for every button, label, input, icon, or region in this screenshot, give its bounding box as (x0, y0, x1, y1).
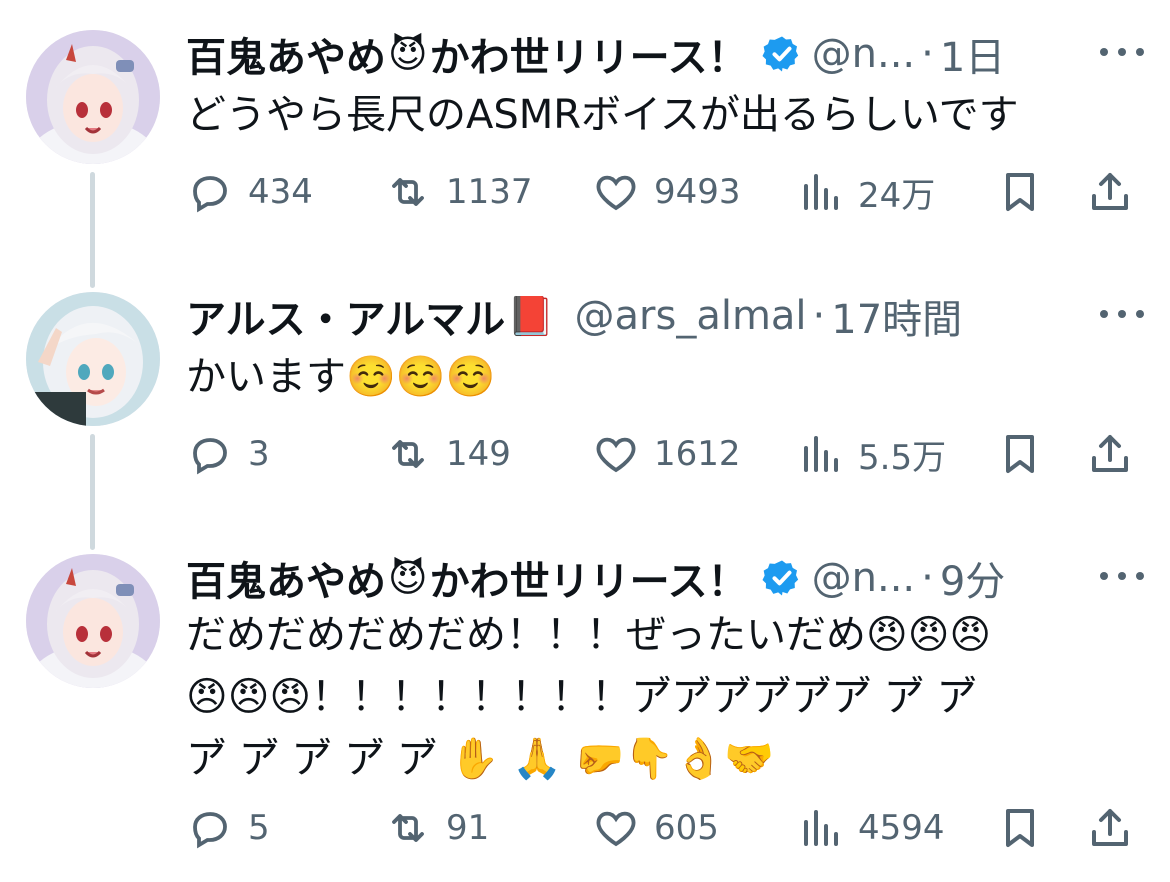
like-button[interactable]: 9493 (592, 162, 741, 222)
user-handle[interactable]: @n... (812, 31, 916, 77)
timestamp[interactable]: 17時間 (831, 288, 962, 344)
reply-button[interactable]: 434 (186, 162, 313, 222)
more-options-icon[interactable] (1100, 304, 1144, 324)
like-count: 1612 (654, 434, 741, 474)
views-button[interactable]: 4594 (796, 798, 945, 858)
verified-badge-icon (762, 558, 802, 598)
reply-icon (193, 438, 227, 475)
bookmark-icon (1006, 173, 1034, 211)
tweet[interactable]: 百鬼あやめ 😈 かわ世リリース！ @n... · 9分 だめだめだめだめ！！！ぜ… (0, 524, 1170, 882)
display-name-suffix[interactable]: かわ世リリース！ (430, 550, 748, 606)
tweet-header: 百鬼あやめ 😈 かわ世リリース！ @n... · 1日 (186, 26, 1050, 82)
reply-count: 3 (248, 434, 270, 474)
verified-badge-icon (762, 34, 802, 74)
bookmark-button[interactable] (996, 162, 1044, 222)
share-icon (1092, 435, 1128, 472)
retweet-count: 149 (446, 434, 511, 474)
retweet-button[interactable]: 1137 (384, 162, 533, 222)
tweet-thread: 百鬼あやめ 😈 かわ世リリース！ @n... · 1日 どうやら長尺のASMRボ… (0, 0, 1170, 882)
timestamp[interactable]: 9分 (940, 550, 1005, 606)
share-button[interactable] (1086, 798, 1134, 858)
tweet[interactable]: 百鬼あやめ 😈 かわ世リリース！ @n... · 1日 どうやら長尺のASMRボ… (0, 0, 1170, 288)
share-button[interactable] (1086, 424, 1134, 484)
display-name-suffix[interactable]: かわ世リリース！ (430, 26, 748, 82)
view-count: 24万 (858, 175, 936, 216)
devil-emoji: 😈 (388, 32, 428, 76)
tweet-text: だめだめだめだめ！！！ぜったいだめ😠😠😠 😠😠😠！！！！！！！！ア゙ア゙ア゙ア゙… (186, 612, 992, 782)
retweet-button[interactable]: 91 (384, 798, 489, 858)
devil-emoji: 😈 (388, 556, 428, 600)
retweet-icon (392, 440, 424, 468)
bookmark-button[interactable] (996, 798, 1044, 858)
reply-button[interactable]: 5 (186, 798, 270, 858)
analytics-icon (804, 174, 838, 210)
view-count: 5.5万 (858, 437, 947, 478)
tweet[interactable]: アルス・アルマル 📕 @ars_almal · 17時間 かいます☺️☺️☺️ … (0, 262, 1170, 550)
more-options-icon[interactable] (1100, 42, 1144, 62)
tweet-text: どうやら長尺のASMRボイスが出るらしいです (186, 92, 1019, 138)
like-count: 605 (654, 808, 719, 848)
tweet-header: アルス・アルマル 📕 @ars_almal · 17時間 (186, 288, 1050, 344)
analytics-icon (804, 436, 838, 472)
bookmark-icon (1006, 809, 1034, 847)
separator-dot: · (921, 555, 934, 601)
heart-icon (596, 437, 636, 473)
heart-icon (596, 811, 636, 847)
user-handle[interactable]: @n... (812, 555, 916, 601)
retweet-button[interactable]: 149 (384, 424, 511, 484)
reply-button[interactable]: 3 (186, 424, 270, 484)
book-emoji: 📕 (507, 293, 555, 338)
share-button[interactable] (1086, 162, 1134, 222)
avatar[interactable] (26, 292, 160, 426)
retweet-icon (392, 814, 424, 842)
tweet-actions: 434 1137 9493 24万 (186, 162, 1140, 222)
tweet-text: かいます☺️☺️☺️ (186, 354, 496, 400)
tweet-header: 百鬼あやめ 😈 かわ世リリース！ @n... · 9分 (186, 550, 1050, 606)
like-button[interactable]: 605 (592, 798, 719, 858)
reply-icon (193, 176, 227, 213)
reply-icon (193, 812, 227, 849)
avatar[interactable] (26, 30, 160, 164)
views-button[interactable]: 5.5万 (796, 424, 946, 484)
like-button[interactable]: 1612 (592, 424, 741, 484)
share-icon (1092, 809, 1128, 846)
display-name[interactable]: アルス・アルマル (186, 288, 505, 344)
timestamp[interactable]: 1日 (940, 26, 1005, 82)
reply-count: 434 (248, 172, 313, 212)
bookmark-button[interactable] (996, 424, 1044, 484)
display-name[interactable]: 百鬼あやめ (186, 26, 386, 82)
retweet-count: 91 (446, 808, 490, 848)
more-options-icon[interactable] (1100, 566, 1144, 586)
view-count: 4594 (858, 808, 945, 848)
display-name[interactable]: 百鬼あやめ (186, 550, 386, 606)
tweet-actions: 3 149 1612 5.5万 (186, 424, 1140, 484)
reply-count: 5 (248, 808, 270, 848)
tweet-actions: 5 91 605 4594 (186, 798, 1140, 858)
user-handle[interactable]: @ars_almal (575, 293, 807, 339)
separator-dot: · (921, 31, 934, 77)
retweet-count: 1137 (446, 172, 533, 212)
separator-dot: · (812, 293, 826, 339)
retweet-icon (392, 178, 424, 206)
bookmark-icon (1006, 435, 1034, 473)
views-button[interactable]: 24万 (796, 162, 935, 222)
share-icon (1092, 173, 1128, 210)
like-count: 9493 (654, 172, 741, 212)
heart-icon (596, 175, 636, 211)
avatar[interactable] (26, 554, 160, 688)
analytics-icon (804, 810, 838, 846)
